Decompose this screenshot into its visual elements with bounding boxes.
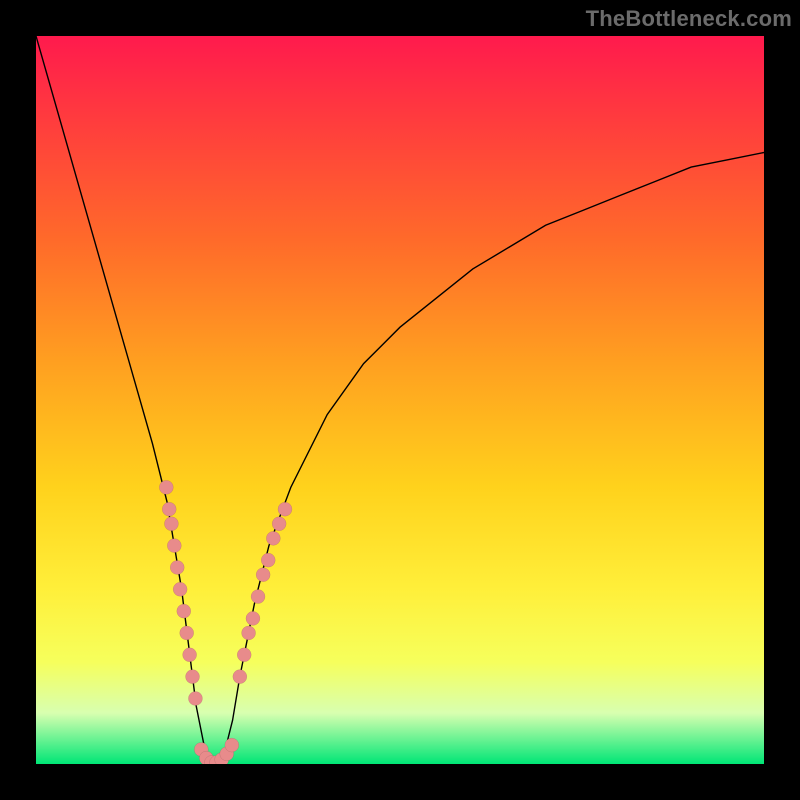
left-dots-dot [167,539,181,553]
data-dots [159,480,292,764]
left-dots-dot [186,670,200,684]
bottleneck-curve [36,36,764,764]
right-dots-dot [233,670,247,684]
plot-area [36,36,764,764]
left-dots-dot [159,480,173,494]
left-dots-dot [180,626,194,640]
right-dots-dot [261,553,275,567]
left-dots-dot [188,691,202,705]
left-dots-dot [170,560,184,574]
left-dots-dot [183,648,197,662]
right-dots-dot [266,531,280,545]
right-dots-dot [242,626,256,640]
right-dots-dot [246,611,260,625]
right-dots-dot [272,517,286,531]
chart-frame: TheBottleneck.com [0,0,800,800]
watermark-text: TheBottleneck.com [586,6,792,32]
left-dots-dot [164,517,178,531]
left-dots-dot [162,502,176,516]
right-dots-dot [237,648,251,662]
left-dots-dot [177,604,191,618]
right-dots-dot [251,590,265,604]
left-dots-dot [173,582,187,596]
right-dots-dot [256,568,270,582]
right-dots-dot [278,502,292,516]
bottom-dots-dot [225,738,239,752]
chart-overlay [36,36,764,764]
